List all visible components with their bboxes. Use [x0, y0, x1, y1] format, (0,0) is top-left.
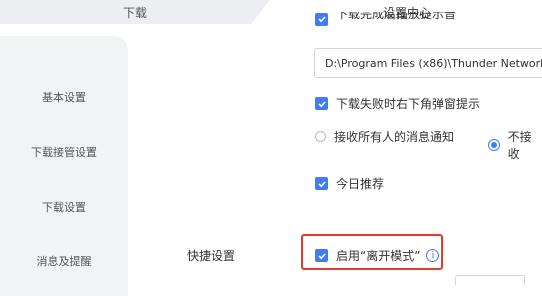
sound-on-complete-label: 下载完成后播放提示音 — [336, 12, 457, 21]
fail-popup-checkbox[interactable] — [315, 97, 328, 110]
sound-on-complete-row[interactable]: 下载完成后播放提示音 — [315, 12, 456, 26]
sidebar-item-label: 消息及提醒 — [36, 255, 92, 268]
tab-bar: 下载 设置中心 — [0, 0, 542, 32]
daily-recommend-label: 今日推荐 — [336, 177, 385, 191]
radio-receive-all-button[interactable] — [315, 131, 326, 142]
sidebar-item-label: 基本设置 — [42, 91, 86, 104]
sidebar-item-download-settings[interactable]: 下载设置 — [0, 199, 128, 215]
sound-on-complete-checkbox[interactable] — [315, 12, 328, 26]
away-mode-row[interactable]: 启用“离开模式” i — [315, 247, 440, 264]
radio-receive-all[interactable]: 接收所有人的消息通知 — [315, 128, 454, 145]
away-mode-label: 启用“离开模式” — [336, 249, 421, 263]
radio-not-receive[interactable]: 不接收 — [488, 128, 542, 162]
sidebar-item-messages-reminders[interactable]: 消息及提醒 — [0, 253, 128, 269]
tab-download[interactable]: 下载 — [0, 0, 270, 24]
daily-recommend-row[interactable]: 今日推荐 — [315, 175, 384, 192]
info-icon[interactable]: i — [426, 249, 440, 262]
daily-recommend-checkbox[interactable] — [315, 177, 328, 190]
radio-not-receive-button[interactable] — [488, 139, 500, 151]
sidebar-item-label: 下载设置 — [42, 201, 86, 214]
sidebar-item-basic-settings[interactable]: 基本设置 — [0, 89, 128, 105]
quick-settings-label: 快捷设置 — [187, 247, 235, 264]
radio-receive-all-label: 接收所有人的消息通知 — [334, 130, 455, 144]
fail-popup-row[interactable]: 下载失败时右下角弹窗提示 — [315, 95, 480, 112]
tab-download-label: 下载 — [122, 5, 147, 20]
download-path-input[interactable]: D:\Program Files (x86)\Thunder Network — [314, 48, 542, 78]
radio-not-receive-label: 不接收 — [507, 130, 532, 161]
sidebar-item-download-takeover[interactable]: 下载接管设置 — [0, 144, 128, 160]
bottom-control-stub — [455, 275, 525, 285]
download-path-value: D:\Program Files (x86)\Thunder Network — [325, 56, 542, 70]
sidebar-item-label: 下载接管设置 — [31, 146, 97, 159]
away-mode-checkbox[interactable] — [315, 249, 328, 262]
fail-popup-label: 下载失败时右下角弹窗提示 — [336, 97, 481, 111]
settings-sidebar: 基本设置 下载接管设置 下载设置 消息及提醒 — [0, 36, 128, 296]
quick-settings-text: 快捷设置 — [187, 249, 236, 263]
